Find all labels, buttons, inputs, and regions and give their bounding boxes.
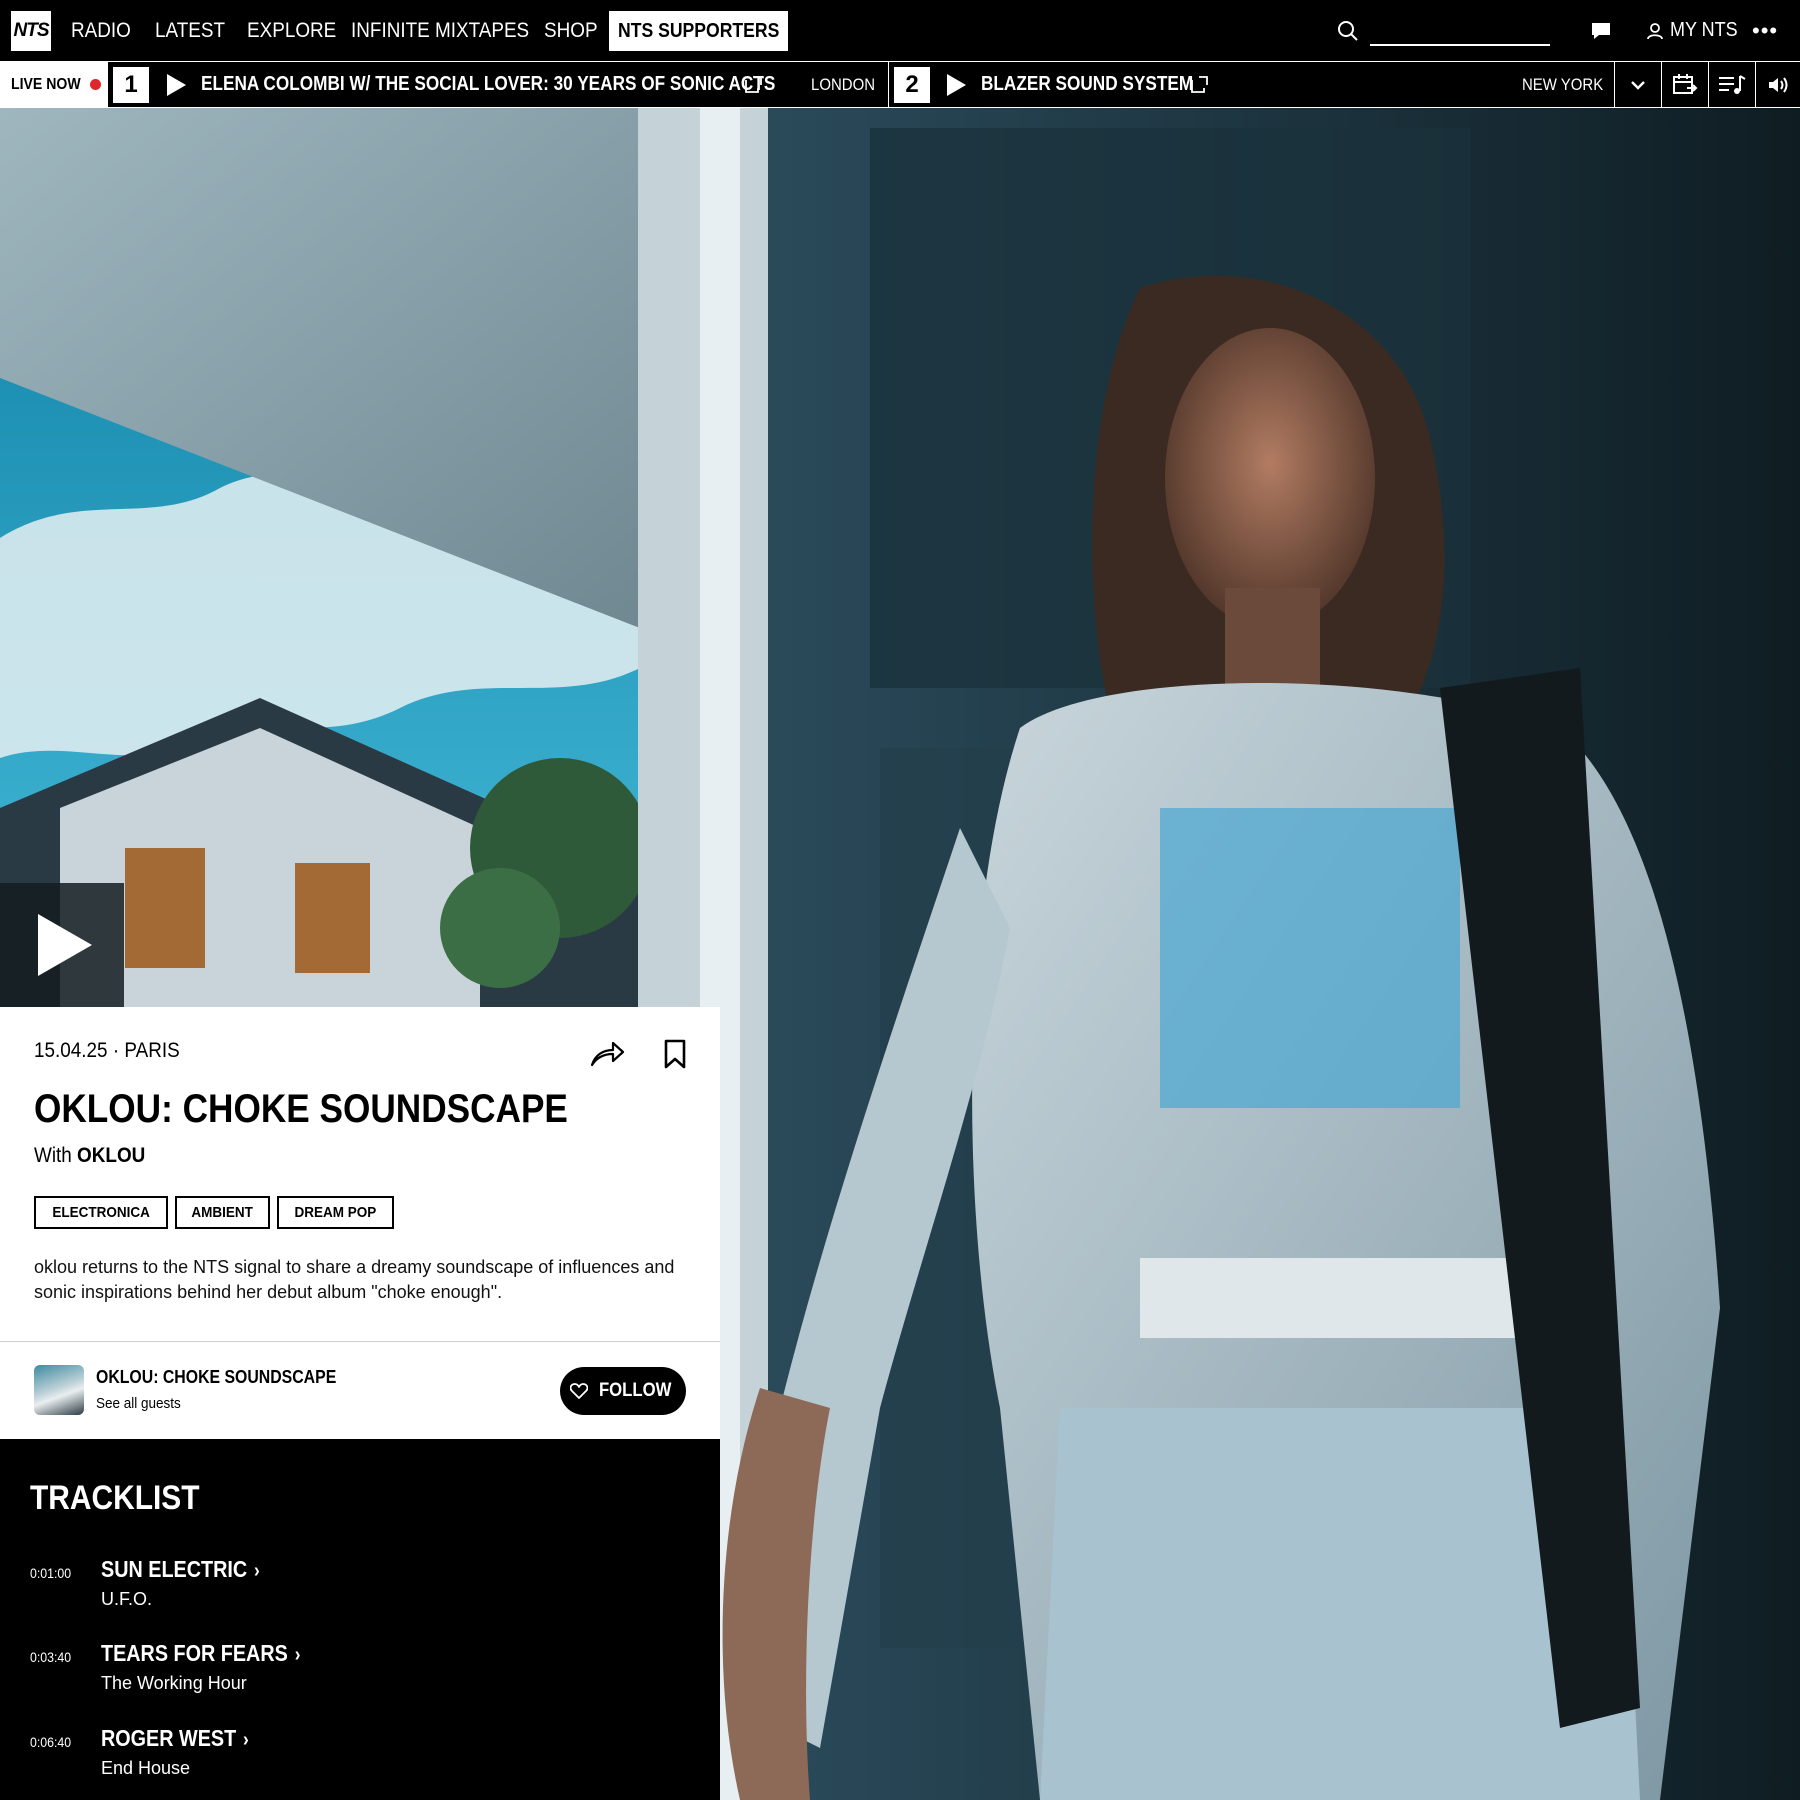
playlist-icon [1719, 74, 1746, 94]
track-row[interactable]: 0:01:00 SUN ELECTRIC › U.F.O. [30, 1556, 690, 1616]
meta-separator: · [112, 1039, 120, 1062]
genre-tag[interactable]: ELECTRONICA [34, 1196, 169, 1229]
track-artist[interactable]: TEARS FOR FEARS › [101, 1640, 300, 1667]
episode-location[interactable]: PARIS [124, 1039, 179, 1062]
genre-tag-label: AMBIENT [191, 1204, 254, 1221]
genre-tag-label: DREAM POP [294, 1204, 376, 1221]
track-row[interactable]: 0:06:40 ROGER WEST › End House [30, 1725, 690, 1785]
channel-1-play-icon[interactable] [167, 74, 186, 96]
track-time: 0:01:00 [30, 1565, 72, 1581]
my-nts-button[interactable]: MY NTS [1646, 0, 1745, 61]
channel-2-title[interactable]: BLAZER SOUND SYSTEM [981, 62, 1193, 107]
nav-shop[interactable]: SHOP [544, 0, 598, 61]
live-now-label: LIVE NOW [11, 75, 81, 93]
channel-1-city: LONDON [811, 75, 876, 94]
track-artist-label: TEARS FOR FEARS [101, 1640, 288, 1666]
episode-card: 15.04.25 · PARIS OKLOU: CHOKE SOUNDSCAPE… [0, 1007, 720, 1439]
search-icon[interactable] [1337, 20, 1359, 42]
live-dot [90, 79, 102, 90]
playlist-button[interactable] [1709, 62, 1755, 107]
track-row[interactable]: 0:03:40 TEARS FOR FEARS › The Working Hou… [30, 1640, 690, 1700]
live-now-badge: LIVE NOW [0, 62, 108, 107]
nts-logo[interactable]: NTS [11, 11, 51, 51]
track-title: End House [101, 1758, 191, 1778]
genre-tag[interactable]: DREAM POP [276, 1196, 394, 1229]
episode-description: oklou returns to the NTS signal to share… [34, 1257, 675, 1302]
volume-button[interactable] [1756, 62, 1800, 107]
track-artist[interactable]: SUN ELECTRIC › [101, 1556, 260, 1583]
supporters-label: NTS SUPPORTERS [617, 19, 780, 42]
play-icon [38, 914, 92, 976]
my-nts-label: MY NTS [1670, 19, 1738, 41]
episode-title: OKLOU: CHOKE SOUNDSCAPE [34, 1087, 568, 1131]
track-time: 0:06:40 [30, 1734, 72, 1750]
share-icon[interactable] [589, 1039, 625, 1069]
track-title: U.F.O. [101, 1589, 153, 1609]
live-bar: LIVE NOW 1 ELENA COLOMBI W/ THE SOCIAL L… [0, 61, 1800, 108]
host-link[interactable]: OKLOU [77, 1144, 145, 1167]
user-icon [1647, 22, 1663, 39]
with-prefix: With [34, 1144, 72, 1167]
external-icon[interactable] [1191, 76, 1208, 93]
channel-2-city: NEW YORK [1522, 75, 1604, 94]
heart-icon [569, 1383, 588, 1399]
divider [0, 1341, 720, 1342]
channel-1-title[interactable]: ELENA COLOMBI W/ THE SOCIAL LOVER: 30 YE… [201, 62, 775, 107]
tracklist: TRACKLIST 0:01:00 SUN ELECTRIC › U.F.O. 0… [0, 1439, 720, 1800]
host-thumbnail[interactable] [34, 1365, 84, 1415]
search-input[interactable] [1370, 18, 1550, 46]
track-artist-label: SUN ELECTRIC [101, 1556, 248, 1582]
genre-tag[interactable]: AMBIENT [175, 1196, 270, 1229]
nav-infinite-mixtapes[interactable]: INFINITE MIXTAPES [351, 0, 529, 61]
expand-live-button[interactable] [1615, 62, 1661, 107]
nav-radio[interactable]: RADIO [71, 0, 131, 61]
track-artist[interactable]: ROGER WEST › [101, 1725, 249, 1752]
schedule-icon [1673, 73, 1698, 94]
tracklist-title: TRACKLIST [30, 1479, 200, 1517]
chevron-right-icon: › [294, 1644, 301, 1666]
volume-icon [1769, 76, 1788, 93]
host-show-name[interactable]: OKLOU: CHOKE SOUNDSCAPE [96, 1367, 336, 1388]
genre-tags: ELECTRONICA AMBIENT DREAM POP [34, 1196, 394, 1229]
chat-icon[interactable] [1591, 22, 1611, 40]
track-time: 0:03:40 [30, 1649, 72, 1665]
episode-meta: 15.04.25 · PARIS [34, 1039, 180, 1063]
with-line: With OKLOU [34, 1144, 145, 1168]
chevron-down-icon [1631, 80, 1645, 90]
bookmark-icon[interactable] [664, 1039, 686, 1069]
nav-explore[interactable]: EXPLORE [247, 0, 336, 61]
divider [888, 62, 889, 107]
top-navigation: NTS RADIO LATEST EXPLORE INFINITE MIXTAP… [0, 0, 1800, 61]
track-title: The Working Hour [101, 1673, 247, 1693]
more-icon[interactable]: ••• [1752, 20, 1782, 42]
nts-supporters-button[interactable]: NTS SUPPORTERS [609, 11, 788, 51]
channel-1-number: 1 [113, 67, 149, 103]
follow-label: FOLLOW [598, 1380, 672, 1401]
channel-2-number: 2 [894, 67, 930, 103]
schedule-button[interactable] [1662, 62, 1708, 107]
external-icon[interactable] [745, 76, 762, 93]
chevron-right-icon: › [254, 1560, 260, 1582]
play-episode-button[interactable] [0, 883, 124, 1007]
channel-2-play-icon[interactable] [947, 74, 966, 96]
nav-latest[interactable]: LATEST [155, 0, 225, 61]
logo-text: NTS [13, 20, 50, 41]
follow-button[interactable]: FOLLOW [560, 1367, 686, 1415]
episode-date: 15.04.25 [34, 1039, 108, 1062]
see-all-guests-link[interactable]: See all guests [96, 1395, 181, 1412]
genre-tag-label: ELECTRONICA [52, 1204, 150, 1221]
chevron-right-icon: › [243, 1729, 249, 1751]
track-artist-label: ROGER WEST [101, 1725, 237, 1751]
